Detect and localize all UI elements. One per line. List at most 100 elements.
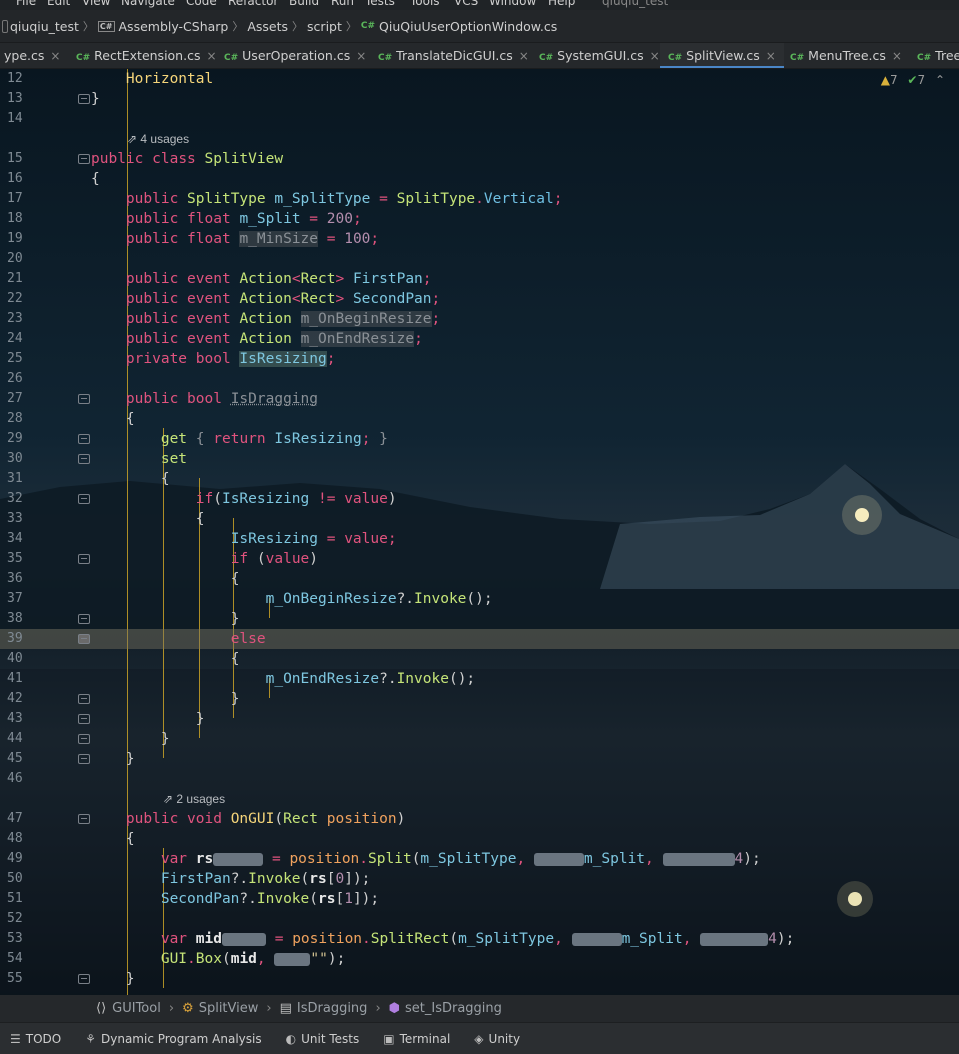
breadcrumb-file[interactable]: QiuQiuUserOptionWindow.cs (379, 19, 557, 34)
fold-icon[interactable] (78, 734, 90, 744)
breadcrumb-assembly[interactable]: Assembly-CSharp (119, 19, 229, 34)
fold-icon[interactable] (78, 694, 90, 704)
menu-code[interactable]: Code (186, 0, 217, 8)
fold-icon[interactable] (78, 614, 90, 624)
breadcrumb-assets[interactable]: Assets (247, 19, 288, 34)
code-line[interactable]: 18 public float m_Split = 200; (0, 209, 959, 229)
code-line[interactable]: 24 public event Action m_OnEndResize; (0, 329, 959, 349)
code-line[interactable]: 47 public void OnGUI(Rect position) (0, 809, 959, 829)
code-line[interactable]: 36 { (0, 569, 959, 589)
close-icon[interactable]: × (766, 49, 776, 63)
breadcrumb-accessor[interactable]: set_IsDragging (405, 1001, 502, 1016)
close-icon[interactable]: × (356, 49, 366, 63)
close-icon[interactable]: × (50, 49, 60, 63)
fold-icon[interactable] (78, 974, 90, 984)
breadcrumb-namespace[interactable]: GUITool (112, 1001, 161, 1016)
code-line[interactable]: 16{ (0, 169, 959, 189)
code-line[interactable]: 53 var mid = position.SplitRect(m_SplitT… (0, 929, 959, 949)
code-line[interactable]: 55 } (0, 969, 959, 989)
breadcrumb-property[interactable]: IsDragging (297, 1001, 368, 1016)
menu-help[interactable]: Help (548, 0, 575, 8)
breadcrumb-script[interactable]: script (307, 19, 342, 34)
fold-icon[interactable] (78, 494, 90, 504)
fold-icon[interactable] (78, 154, 90, 164)
terminal-button[interactable]: ▣ Terminal (383, 1032, 450, 1046)
code-line[interactable]: 15 public class SplitView (0, 149, 959, 169)
code-line[interactable]: 27 public bool IsDragging (0, 389, 959, 409)
code-line[interactable]: 33 { (0, 509, 959, 529)
close-icon[interactable]: × (206, 49, 216, 63)
code-line[interactable]: 28 { (0, 409, 959, 429)
fold-icon[interactable] (78, 754, 90, 764)
tab-rectextension[interactable]: C# RectExtension.cs × (76, 43, 217, 68)
code-line[interactable]: 52 (0, 909, 959, 929)
breadcrumb-project[interactable]: qiuqiu_test (10, 19, 79, 34)
menu-window[interactable]: Window (489, 0, 536, 8)
code-line[interactable]: 54 GUI.Box(mid, ""); (0, 949, 959, 969)
code-line[interactable]: 23 public event Action m_OnBeginResize; (0, 309, 959, 329)
fold-icon[interactable] (78, 554, 90, 564)
menu-navigate[interactable]: Navigate (121, 0, 175, 8)
close-icon[interactable]: × (519, 49, 529, 63)
breadcrumb-class[interactable]: SplitView (199, 1001, 259, 1016)
fold-icon[interactable] (78, 394, 90, 404)
code-editor[interactable]: ▲7 ✔7 ⌃ 12 Horizontal 13} 14 ⇗ 4 usages … (0, 69, 959, 995)
code-line[interactable]: 21 public event Action<Rect> FirstPan; (0, 269, 959, 289)
tab-type[interactable]: ype.cs × (4, 43, 60, 68)
code-line[interactable]: 19 public float m_MinSize = 100; (0, 229, 959, 249)
close-icon[interactable]: × (650, 49, 660, 63)
todo-button[interactable]: ☰ TODO (10, 1032, 61, 1046)
usages-hint[interactable]: ⇗ 4 usages (127, 129, 189, 149)
fold-icon[interactable] (78, 714, 90, 724)
menu-tests[interactable]: Tests (365, 0, 395, 8)
code-line[interactable]: 50 FirstPan?.Invoke(rs[0]); (0, 869, 959, 889)
fold-icon[interactable] (78, 814, 90, 824)
dynamic-program-analysis-button[interactable]: ⚘ Dynamic Program Analysis (85, 1032, 261, 1046)
code-line[interactable]: 31 { (0, 469, 959, 489)
unity-button[interactable]: ◈ Unity (474, 1032, 520, 1046)
code-line-current[interactable]: 39 else (0, 629, 959, 649)
menu-edit[interactable]: Edit (47, 0, 70, 8)
menu-build[interactable]: Build (289, 0, 319, 8)
code-line[interactable]: 45 } (0, 749, 959, 769)
tab-splitview[interactable]: C# SplitView.cs × (660, 43, 784, 68)
unit-tests-button[interactable]: ◐ Unit Tests (286, 1032, 360, 1046)
code-line[interactable]: 22 public event Action<Rect> SecondPan; (0, 289, 959, 309)
code-line[interactable]: 51 SecondPan?.Invoke(rs[1]); (0, 889, 959, 909)
code-line[interactable]: 42 } (0, 689, 959, 709)
code-line[interactable]: 43 } (0, 709, 959, 729)
tab-tree[interactable]: C# Tree (917, 43, 959, 68)
code-line[interactable]: 34 IsResizing = value; (0, 529, 959, 549)
code-line[interactable]: 12 Horizontal (0, 69, 959, 89)
code-line[interactable]: 48 { (0, 829, 959, 849)
tab-useroperation[interactable]: C# UserOperation.cs × (224, 43, 366, 68)
code-line[interactable]: 38 } (0, 609, 959, 629)
menu-tools[interactable]: Tools (410, 0, 440, 8)
usages-hint[interactable]: ⇗ 2 usages (163, 789, 225, 809)
tab-systemgui[interactable]: C# SystemGUI.cs × (539, 43, 660, 68)
menu-vcs[interactable]: VCS (454, 0, 478, 8)
code-line[interactable]: 14 (0, 109, 959, 129)
fold-icon[interactable] (78, 434, 90, 444)
fold-icon[interactable] (78, 454, 90, 464)
code-line[interactable]: 32 if(IsResizing != value) (0, 489, 959, 509)
menu-run[interactable]: Run (331, 0, 354, 8)
menu-refactor[interactable]: Refactor (228, 0, 278, 8)
code-line[interactable]: 13} (0, 89, 959, 109)
fold-icon[interactable] (78, 94, 90, 104)
code-line[interactable]: 35 if (value) (0, 549, 959, 569)
code-line[interactable]: 37 m_OnBeginResize?.Invoke(); (0, 589, 959, 609)
code-line[interactable]: 44 } (0, 729, 959, 749)
menu-view[interactable]: View (82, 0, 110, 8)
code-line[interactable]: 29 get { return IsResizing; } (0, 429, 959, 449)
tab-translatedicgui[interactable]: C# TranslateDicGUI.cs × (378, 43, 529, 68)
close-icon[interactable]: × (892, 49, 902, 63)
code-line[interactable]: 20 (0, 249, 959, 269)
code-line[interactable]: 49 var rs = position.Split(m_SplitType, … (0, 849, 959, 869)
code-line[interactable]: 26 (0, 369, 959, 389)
tab-menutree[interactable]: C# MenuTree.cs × (790, 43, 902, 68)
fold-icon[interactable] (78, 634, 90, 644)
code-line[interactable]: 46 (0, 769, 959, 789)
code-line[interactable]: 17 public SplitType m_SplitType = SplitT… (0, 189, 959, 209)
code-line[interactable]: 40 { (0, 649, 959, 669)
